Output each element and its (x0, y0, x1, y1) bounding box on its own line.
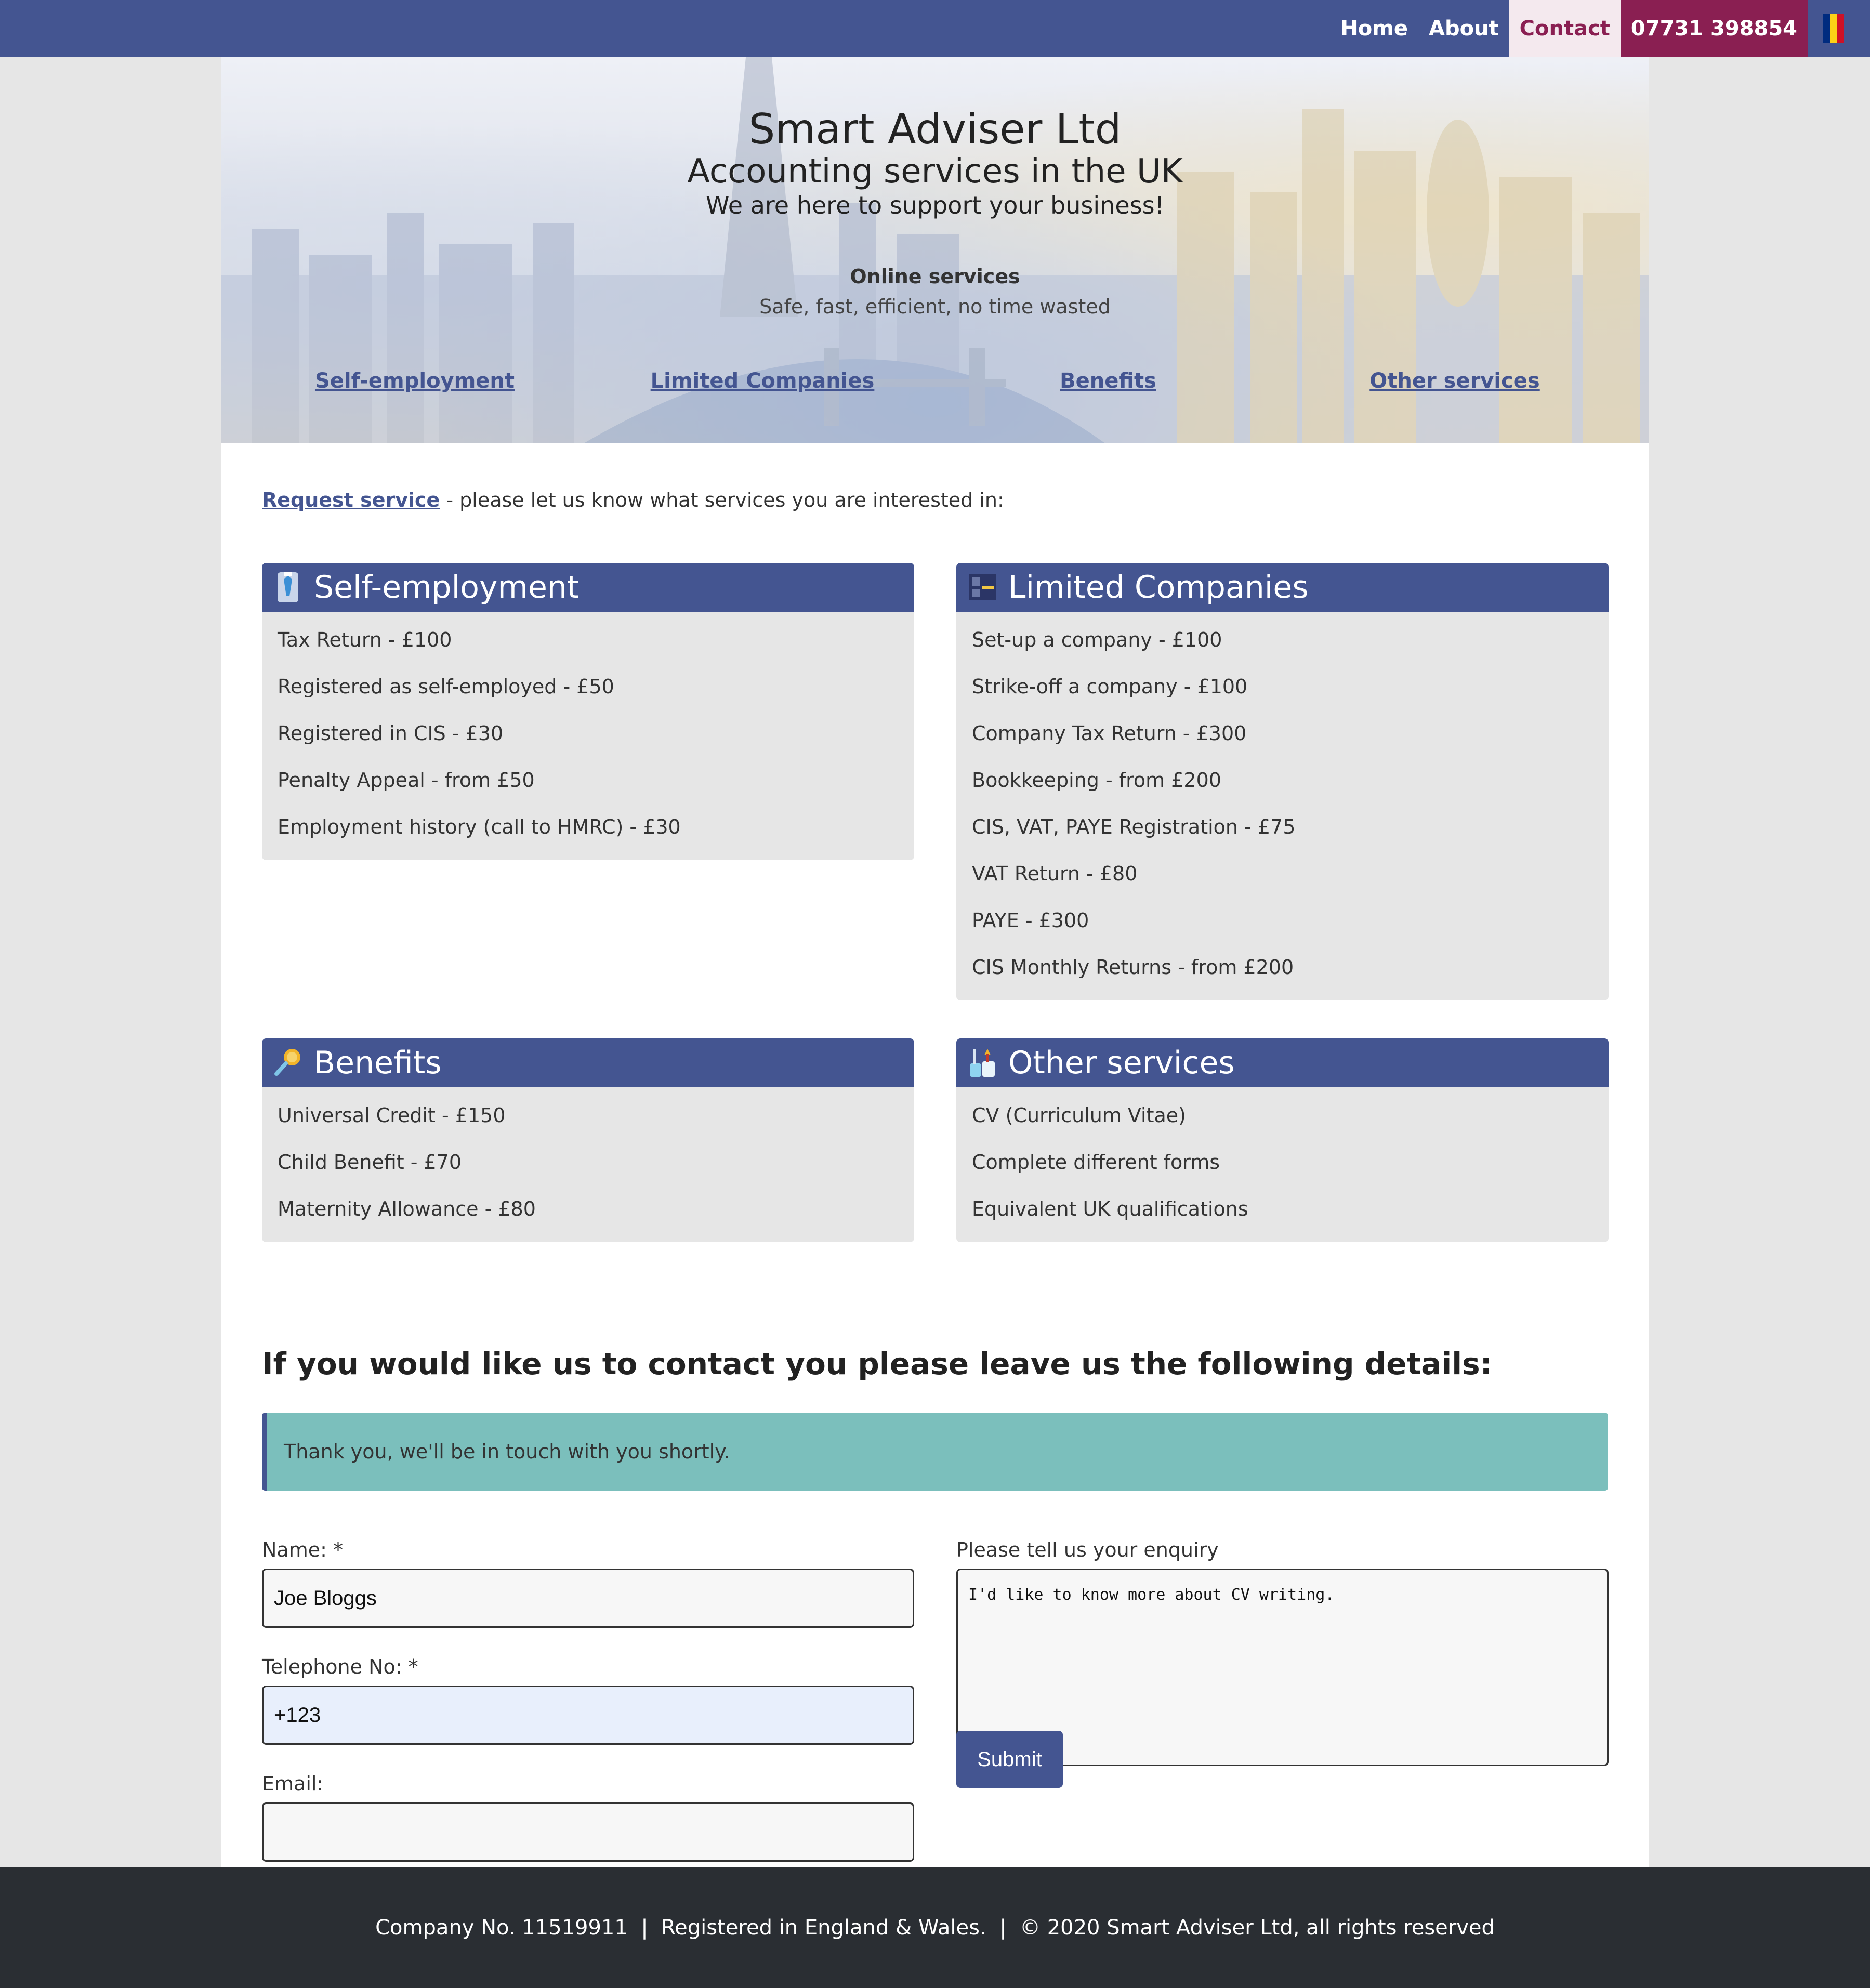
list-item: Penalty Appeal - from £50 (278, 769, 535, 792)
request-service-text: - please let us know what services you a… (440, 489, 1004, 511)
hero-tagline: We are here to support your business! (705, 191, 1165, 219)
card-list: Tax Return - £100 Registered as self-emp… (262, 612, 914, 860)
request-service-line: Request service - please let us know wha… (262, 489, 1004, 511)
limited-companies-card: Limited Companies Set-up a company - £10… (956, 563, 1609, 1000)
romania-flag-icon (1823, 14, 1844, 43)
request-service-link[interactable]: Request service (262, 489, 440, 511)
list-item: Complete different forms (972, 1151, 1220, 1174)
tie-icon (272, 570, 304, 604)
submit-button[interactable]: Submit (956, 1731, 1063, 1788)
card-list: CV (Curriculum Vitae) Complete different… (956, 1087, 1609, 1242)
online-services-subtitle: Safe, fast, efficient, no time wasted (759, 295, 1111, 318)
hero-link-self-employment[interactable]: Self-employment (315, 369, 515, 393)
list-item: Strike-off a company - £100 (972, 675, 1248, 698)
enquiry-label: Please tell us your enquiry (956, 1538, 1219, 1561)
footer: Company No. 11519911 | Registered in Eng… (0, 1867, 1870, 1988)
telephone-input[interactable] (262, 1686, 914, 1745)
benefits-card: Benefits Universal Credit - £150 Child B… (262, 1038, 914, 1242)
list-item: PAYE - £300 (972, 909, 1089, 932)
list-item: Child Benefit - £70 (278, 1151, 462, 1174)
nav-about-link[interactable]: About (1418, 0, 1509, 57)
card-list: Universal Credit - £150 Child Benefit - … (262, 1087, 914, 1242)
card-title: Self-employment (314, 569, 580, 605)
top-navbar: Home About Contact 07731 398854 (0, 0, 1870, 57)
list-item: Bookkeeping - from £200 (972, 769, 1221, 792)
list-item: Tax Return - £100 (278, 628, 452, 651)
list-item: Set-up a company - £100 (972, 628, 1222, 651)
hero-service-links: Self-employment Limited Companies Benefi… (221, 369, 1649, 400)
other-services-card: Other services CV (Curriculum Vitae) Com… (956, 1038, 1609, 1242)
contact-heading: If you would like us to contact you plea… (262, 1346, 1492, 1381)
card-header: Limited Companies (956, 563, 1609, 612)
hero-link-benefits[interactable]: Benefits (1060, 369, 1156, 393)
page-container: Smart Adviser Ltd Accounting services in… (221, 57, 1649, 1867)
hero-link-other-services[interactable]: Other services (1369, 369, 1539, 393)
list-item: CIS, VAT, PAYE Registration - £75 (972, 815, 1296, 838)
list-item: Maternity Allowance - £80 (278, 1197, 536, 1220)
nav-menu: Home About Contact 07731 398854 (1330, 0, 1870, 57)
list-item: VAT Return - £80 (972, 862, 1138, 885)
email-label: Email: (262, 1772, 324, 1795)
telephone-label: Telephone No: * (262, 1655, 418, 1678)
hero-link-limited-companies[interactable]: Limited Companies (651, 369, 875, 393)
list-item: Registered in CIS - £30 (278, 722, 504, 745)
footer-text: Company No. 11519911 | Registered in Eng… (375, 1916, 1495, 1940)
list-item: Registered as self-employed - £50 (278, 675, 614, 698)
card-list: Set-up a company - £100 Strike-off a com… (956, 612, 1609, 1000)
online-services-title: Online services (850, 265, 1020, 288)
card-title: Limited Companies (1008, 569, 1309, 605)
name-label: Name: * (262, 1538, 343, 1561)
office-icon (967, 570, 998, 604)
magnifier-icon (272, 1046, 304, 1080)
self-employment-card: Self-employment Tax Return - £100 Regist… (262, 563, 914, 860)
email-input[interactable] (262, 1802, 914, 1862)
hero-subtitle: Accounting services in the UK (687, 152, 1183, 191)
language-flag-link[interactable] (1808, 0, 1870, 57)
name-input[interactable] (262, 1569, 914, 1628)
card-title: Other services (1008, 1045, 1235, 1081)
tools-icon (967, 1046, 998, 1080)
success-alert: Thank you, we'll be in touch with you sh… (262, 1413, 1608, 1491)
list-item: CV (Curriculum Vitae) (972, 1104, 1187, 1127)
hero-banner: Smart Adviser Ltd Accounting services in… (221, 57, 1649, 443)
list-item: Universal Credit - £150 (278, 1104, 506, 1127)
card-header: Self-employment (262, 563, 914, 612)
card-title: Benefits (314, 1045, 442, 1081)
list-item: CIS Monthly Returns - from £200 (972, 956, 1294, 979)
nav-home-link[interactable]: Home (1330, 0, 1418, 57)
card-header: Other services (956, 1038, 1609, 1087)
list-item: Equivalent UK qualifications (972, 1197, 1248, 1220)
list-item: Employment history (call to HMRC) - £30 (278, 815, 681, 838)
card-header: Benefits (262, 1038, 914, 1087)
nav-contact-link[interactable]: Contact (1509, 0, 1621, 57)
list-item: Company Tax Return - £300 (972, 722, 1247, 745)
company-title: Smart Adviser Ltd (748, 105, 1122, 153)
nav-phone-link[interactable]: 07731 398854 (1620, 0, 1808, 57)
